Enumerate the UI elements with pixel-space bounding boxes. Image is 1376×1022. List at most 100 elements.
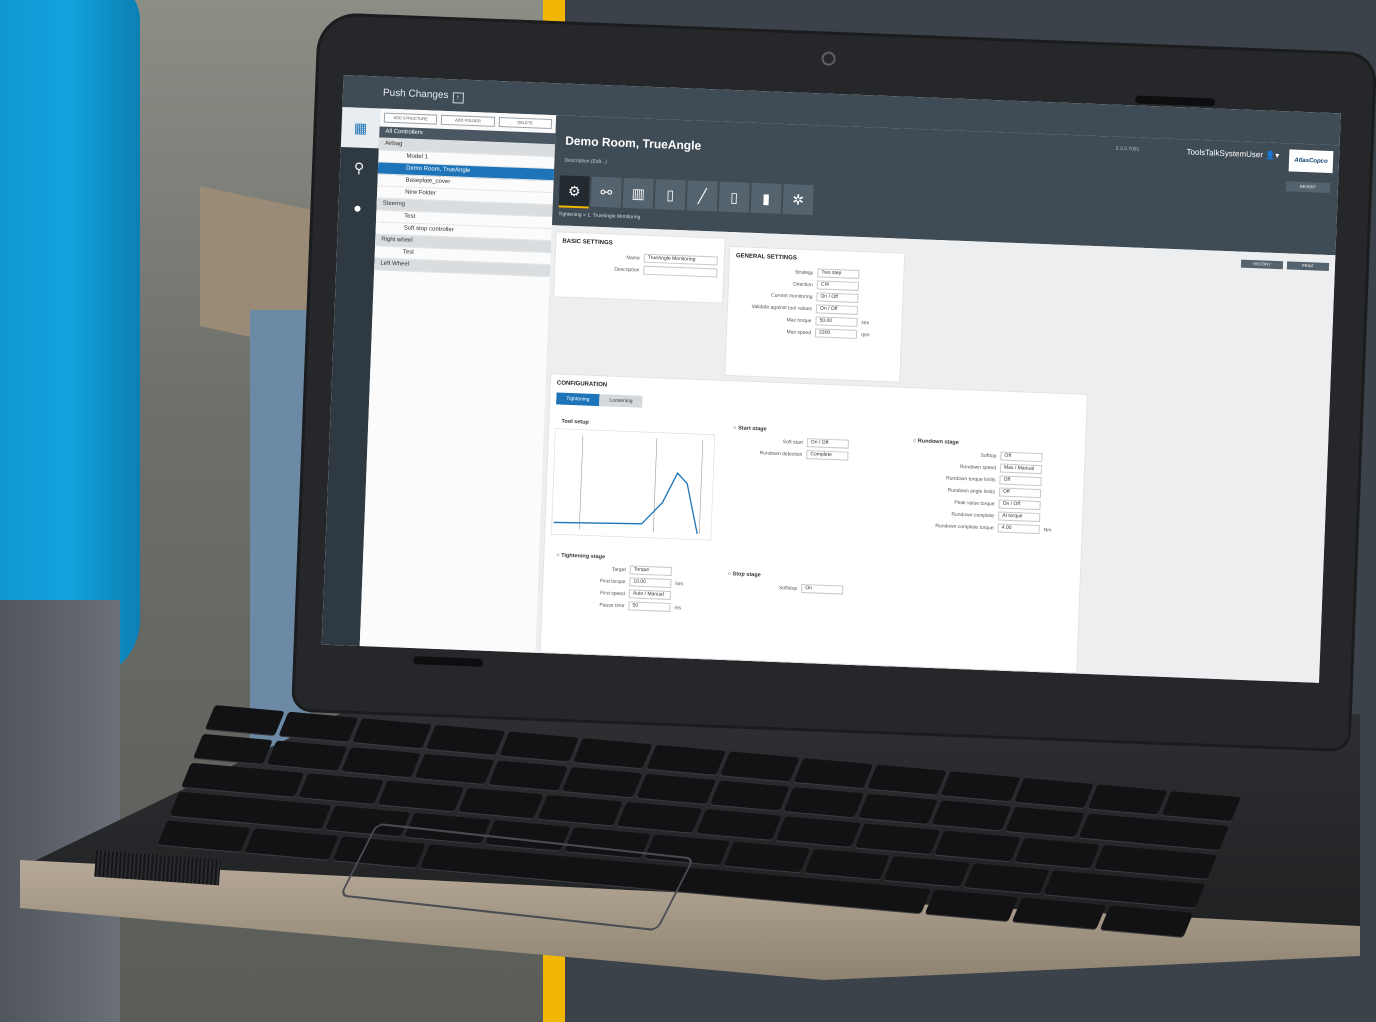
revert-button[interactable]: REVERT — [1285, 181, 1331, 193]
rundown-stage: ○ Rundown stage Softtop Off Rundown speed M… — [903, 434, 1083, 539]
setting-value[interactable]: Max / Manual — [999, 463, 1043, 475]
wrench-icon[interactable]: ╱ — [686, 180, 718, 212]
setting-unit: rpm — [860, 331, 870, 338]
setting-label: Peak value torque — [954, 499, 995, 507]
add-structure-button[interactable]: ADD STRUCTURE — [383, 112, 438, 125]
setting-value[interactable]: 10.00 — [629, 577, 672, 588]
general-settings-panel: GENERAL SETTINGS Strategy Two step Directi… — [724, 245, 906, 383]
setting-value[interactable]: On / Off — [998, 499, 1041, 511]
setting-value[interactable]: 50.00 — [815, 316, 858, 327]
history-button[interactable]: HISTORY — [1240, 259, 1284, 270]
setting-value[interactable]: Torque — [629, 565, 672, 576]
user-icon: 👤▾ — [1265, 150, 1280, 161]
structure-tree: ADD STRUCTURE ADD FOLDER DELETE All Cont… — [359, 108, 558, 653]
setting-label: First torque — [599, 577, 626, 585]
setting-label: Direction — [793, 280, 814, 288]
setting-value[interactable]: On / Off — [815, 304, 859, 315]
delete-button[interactable]: DELETE — [498, 117, 553, 130]
lid-bumper — [413, 656, 484, 667]
push-changes-button[interactable]: Push Changes ↑ — [383, 88, 464, 104]
setting-label: Softtop — [980, 452, 997, 459]
tool-setup-label: Tool setup — [561, 418, 589, 426]
setting-label: Rundown complete torque — [935, 522, 994, 531]
stop-stage: ○ Stop stage Softstop On — [721, 567, 882, 599]
softstop-label: Softstop — [778, 584, 798, 592]
user-menu[interactable]: ToolsTalkSystemUser 👤▾ — [1186, 147, 1279, 160]
soft-start-value[interactable]: On / Off — [806, 438, 849, 449]
controllers-icon[interactable]: ● — [338, 187, 378, 228]
atlas-copco-logo: AtlasCopco — [1288, 149, 1334, 174]
io-icon[interactable]: ▯ — [718, 181, 750, 213]
configuration-panel: CONFIGURATION Tightening Loosening Tool … — [539, 373, 1088, 674]
setting-value[interactable]: At torque — [997, 511, 1041, 523]
setting-unit: ms — [674, 604, 682, 611]
barcode-icon[interactable]: ▥ — [622, 177, 654, 209]
setting-label: Validate against tool values — [751, 303, 813, 312]
user-name: ToolsTalkSystemUser — [1186, 147, 1264, 160]
settings-icon[interactable]: ✲ — [782, 184, 814, 216]
laptop-screen: Push Changes ↑ ▦ ⚲ ● ADD STRUCTURE ADD FO… — [321, 75, 1341, 683]
setting-label: Max speed — [786, 328, 812, 336]
setting-value[interactable]: Auto / Manual — [628, 589, 672, 600]
version-label: 2.3.0.7091 — [1115, 145, 1140, 153]
tab-loosening[interactable]: Loosening — [599, 394, 643, 408]
network-icon[interactable]: ⚯ — [590, 176, 622, 208]
general-settings-heading: GENERAL SETTINGS — [735, 253, 797, 262]
setting-label: First speed — [600, 589, 626, 597]
setting-label: Strategy — [794, 268, 814, 276]
rundown-detection-label: Rundown detection — [759, 449, 803, 458]
controller-icon[interactable]: ▯ — [654, 179, 686, 211]
push-icon: ↑ — [452, 92, 464, 104]
setting-value[interactable]: Off — [1000, 451, 1043, 463]
name-label: Name — [626, 254, 640, 262]
setting-label: Rundown speed — [959, 463, 997, 471]
setting-label: Rundown complete — [951, 511, 995, 519]
person-legs — [0, 600, 120, 1022]
setting-unit: Nm — [675, 580, 684, 587]
setting-label: Target — [611, 566, 626, 573]
tightening-stage-label: Tightening stage — [561, 552, 606, 561]
setting-value[interactable]: Off — [999, 475, 1042, 487]
start-stage-label: Start stage — [738, 425, 767, 433]
person-blue-shirt — [0, 0, 140, 680]
tightening-stage: ○ Tightening stage Target Torque First tor… — [548, 548, 720, 616]
rundown-stage-label: Rundown stage — [917, 438, 959, 446]
search-icon[interactable]: ⚲ — [339, 147, 379, 188]
tool-toolbar: ⚙ ⚯ ▥ ▯ ╱ ▯ ▮ ✲ — [558, 175, 814, 217]
lid-latch — [1135, 95, 1216, 107]
rundown-detection-select[interactable]: Complete — [806, 450, 849, 461]
description-edit[interactable]: Description (Edit...) — [564, 158, 607, 166]
webcam — [821, 51, 836, 66]
add-folder-button[interactable]: ADD FOLDER — [441, 114, 495, 127]
basic-settings-heading: BASIC SETTINGS — [562, 238, 613, 247]
setting-label: Pause time — [599, 601, 625, 609]
gear-program-icon[interactable]: ⚙ — [558, 175, 590, 209]
softstop-select[interactable]: On — [801, 583, 844, 595]
tab-tightening[interactable]: Tightening — [556, 392, 600, 407]
setting-value[interactable]: 50 — [628, 601, 671, 612]
photo-scene: Push Changes ↑ ▦ ⚲ ● ADD STRUCTURE ADD FO… — [0, 0, 1376, 1022]
description-label: Description — [614, 266, 640, 274]
setting-value[interactable]: 2300 — [814, 328, 858, 339]
soft-start-label: Soft start — [782, 438, 803, 446]
setting-label: Rundown angle limits — [947, 487, 996, 495]
setting-value[interactable]: On / Off — [816, 292, 859, 303]
print-button[interactable]: PRINT — [1286, 261, 1330, 271]
basic-settings-panel: BASIC SETTINGS Name TrueAngle Monitoring … — [553, 231, 726, 304]
setting-value[interactable]: Off — [998, 487, 1042, 499]
device-icon[interactable]: ▮ — [750, 182, 782, 214]
structure-icon[interactable]: ▦ — [340, 107, 381, 149]
setting-label: Current monitoring — [770, 292, 813, 300]
breadcrumb[interactable]: Tightening > 1. TrueAngle Monitoring — [558, 211, 640, 220]
setting-unit: Nm — [861, 319, 870, 326]
description-field[interactable] — [643, 265, 718, 278]
main-content: HISTORY PRINT BASIC SETTINGS Name TrueAng… — [535, 225, 1336, 683]
setting-value[interactable]: CW — [816, 280, 860, 291]
tightening-curve-graph — [551, 428, 716, 541]
setting-label: Max torque — [786, 316, 812, 324]
setting-value[interactable]: 4.00 — [997, 523, 1040, 535]
setting-value[interactable]: Two step — [817, 268, 860, 279]
setting-row: Pause time 50 ms — [554, 599, 712, 614]
start-stage: ○ Start stage Soft start On / Off Rundown… — [726, 421, 887, 465]
name-field[interactable]: TrueAngle Monitoring — [643, 253, 718, 266]
